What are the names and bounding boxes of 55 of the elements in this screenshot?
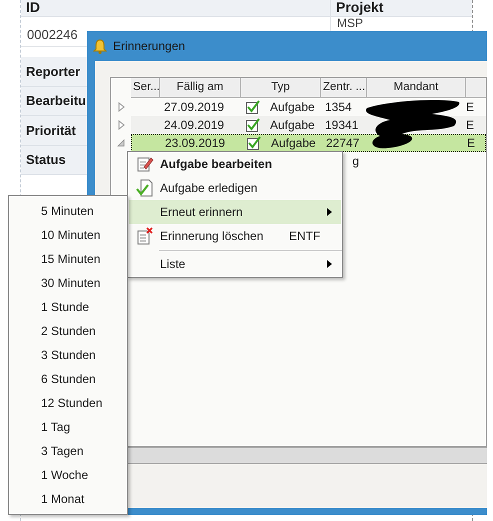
bell-icon: [93, 38, 107, 54]
column-header[interactable]: [466, 78, 486, 98]
table-cell: 0002246: [27, 27, 78, 42]
menu-item[interactable]: Erinnerung löschen ENTF: [129, 224, 341, 248]
column-header[interactable]: Typ: [241, 78, 321, 98]
table-row[interactable]: 23.09.2019 Aufgabe 22747 E: [131, 134, 486, 152]
menu-item[interactable]: 30 Minuten: [9, 271, 127, 295]
field-label: Bearbeitu: [26, 92, 86, 110]
menu-item[interactable]: Aufgabe erledigen: [129, 176, 341, 200]
table-cell-text: E: [466, 117, 474, 134]
menu-item[interactable]: 1 Monat: [9, 487, 127, 511]
table-cell-text: 19341: [325, 117, 358, 134]
table-cell: 22747: [326, 135, 360, 151]
column-header[interactable]: Ser...: [131, 78, 160, 98]
menu-item[interactable]: Aufgabe bearbeiten: [129, 152, 341, 176]
field-label: Reporter: [26, 62, 80, 81]
table-cell-text: 1354: [325, 99, 352, 116]
table-row[interactable]: 27.09.2019 Aufgabe 1354 E: [131, 98, 486, 116]
window-title: Erinnerungen: [113, 38, 186, 55]
menu-item[interactable]: 5 Minuten: [9, 199, 127, 223]
table-cell-text: Aufgabe: [270, 117, 315, 134]
column-header: Projekt: [335, 0, 384, 16]
document-check-icon: [136, 179, 154, 197]
menu-item[interactable]: 1 Stunde: [9, 295, 127, 319]
menu-item[interactable]: Erneut erinnern: [129, 200, 341, 224]
table-cell-text: 24.09.2019: [164, 117, 224, 134]
menu-item[interactable]: 12 Stunden: [9, 391, 127, 415]
menu-item[interactable]: 3 Tagen: [9, 439, 127, 463]
column-header[interactable]: Mandant: [367, 78, 466, 98]
table-cell-text: E: [467, 135, 476, 152]
menu-item[interactable]: 15 Minuten: [9, 247, 127, 271]
edit-document-icon: [136, 155, 154, 173]
menu-item[interactable]: 6 Stunden: [9, 367, 127, 391]
menu-item[interactable]: 2 Stunden: [9, 319, 127, 343]
expand-triangle-icon[interactable]: [118, 120, 124, 130]
table-cell: 23.09.2019: [165, 135, 226, 151]
column-header: ID: [21, 0, 331, 16]
expand-triangle-icon[interactable]: [118, 102, 124, 112]
menu-item[interactable]: 10 Minuten: [9, 223, 127, 247]
table-cell-text: Aufgabe: [270, 99, 315, 116]
table-cell: Aufgabe: [271, 135, 316, 151]
column-header[interactable]: Fällig am: [160, 78, 241, 98]
table-cell-text: g: [352, 153, 359, 170]
table-cell: MSP: [337, 17, 364, 30]
menu-item[interactable]: 1 Tag: [9, 415, 127, 439]
document-delete-icon: [136, 227, 154, 245]
table-cell-text: 27.09.2019: [164, 99, 224, 116]
collapse-triangle-icon[interactable]: [117, 139, 125, 147]
column-header[interactable]: Zentr. ...: [321, 78, 367, 98]
menu-item[interactable]: 3 Stunden: [9, 343, 127, 367]
table-cell-text: E: [466, 99, 474, 116]
field-label: Status: [26, 151, 66, 169]
menu-item[interactable]: 1 Woche: [9, 463, 127, 487]
field-label: Priorität: [26, 122, 76, 140]
menu-item[interactable]: Liste: [129, 252, 341, 276]
